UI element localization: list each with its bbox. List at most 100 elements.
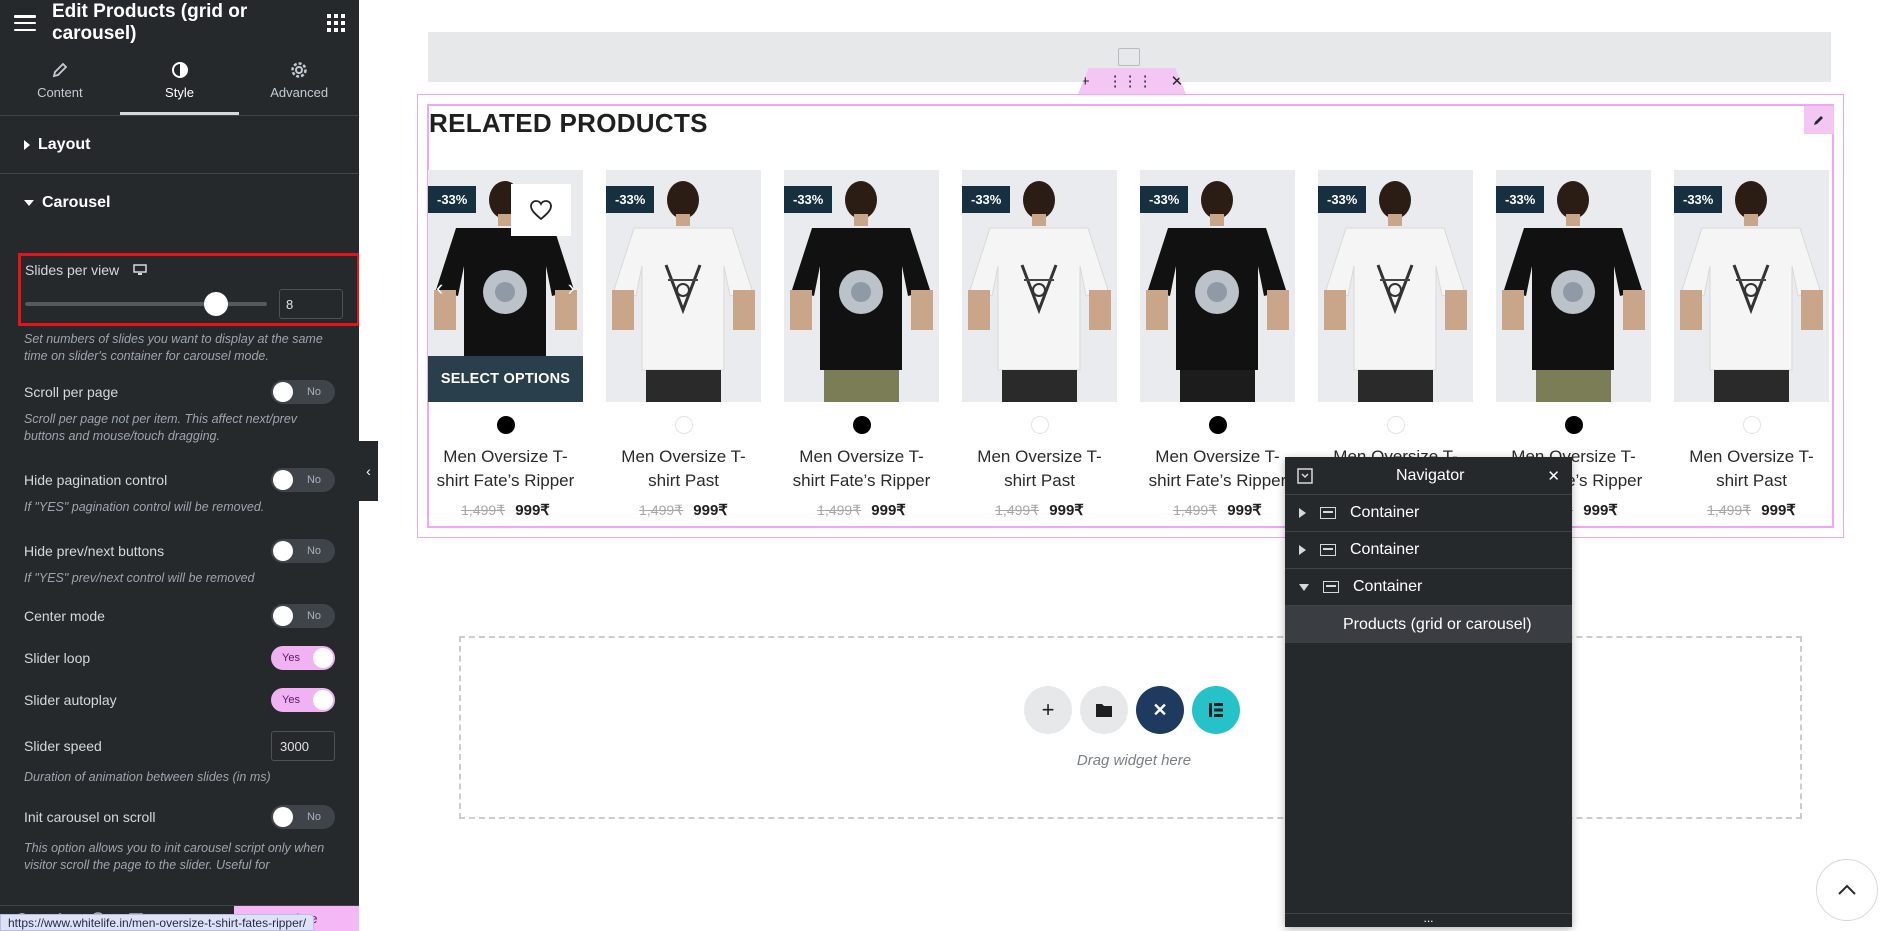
old-price: 1,499₹ — [1173, 502, 1218, 518]
slider-loop-label: Slider loop — [24, 650, 91, 666]
half-circle-icon — [171, 62, 188, 78]
color-swatch[interactable] — [1564, 416, 1583, 434]
color-swatch[interactable] — [852, 416, 871, 434]
color-swatch[interactable] — [1208, 416, 1227, 434]
menu-icon[interactable] — [14, 15, 36, 31]
center-mode-label: Center mode — [24, 608, 105, 624]
color-swatch[interactable] — [496, 416, 515, 434]
product-image[interactable]: -33% ‹ › SELECT OPTIONS — [428, 170, 583, 402]
desktop-icon[interactable] — [133, 264, 147, 276]
carousel-next-arrow[interactable]: › — [568, 275, 575, 301]
slides-per-view-input[interactable] — [279, 289, 343, 319]
product-image[interactable]: -33% — [1140, 170, 1295, 402]
product-image[interactable]: -33% — [1318, 170, 1473, 402]
product-card[interactable]: -33% Men Oversize T-shirt Fate’s Ripper … — [1140, 170, 1295, 519]
product-price: 1,499₹ 999₹ — [962, 501, 1117, 519]
product-image[interactable]: -33% — [1496, 170, 1651, 402]
navigator-item-label: Container — [1350, 541, 1420, 558]
product-card[interactable]: -33% Men Oversize T-shirt Past 1,499₹ 99… — [606, 170, 761, 519]
navigator-tree: Container Container Container — [1285, 495, 1572, 606]
caret-right-icon[interactable] — [1299, 508, 1306, 518]
navigator-item-container[interactable]: Container — [1285, 532, 1572, 569]
navigator-title: Navigator — [1395, 466, 1465, 484]
slider-speed-input[interactable] — [271, 731, 335, 761]
caret-down-icon[interactable] — [1299, 583, 1309, 591]
color-swatch[interactable] — [1386, 416, 1405, 434]
related-products-title: RELATED PRODUCTS — [429, 108, 708, 138]
template-library-button[interactable] — [1080, 686, 1128, 734]
wishlist-button[interactable] — [511, 184, 571, 236]
gear-icon — [291, 62, 307, 78]
tab-style[interactable]: Style — [119, 46, 240, 115]
product-name[interactable]: Men Oversize T-shirt Fate’s Ripper — [428, 445, 583, 493]
container-icon — [1320, 507, 1336, 519]
product-image[interactable]: -33% — [606, 170, 761, 402]
product-card[interactable]: -33% ‹ › SELECT OPTIONS Men Oversize T-s… — [428, 170, 583, 519]
plus-icon: + — [1041, 697, 1055, 722]
addon-button[interactable]: ✕ — [1136, 686, 1184, 734]
sale-price: 999₹ — [1583, 502, 1618, 519]
folder-icon — [1096, 704, 1112, 717]
color-swatch[interactable] — [1742, 416, 1761, 434]
sale-price: 999₹ — [515, 502, 550, 519]
navigator-item-products[interactable]: Products (grid or carousel) — [1285, 606, 1572, 643]
drag-widget-text: Drag widget here — [1076, 752, 1192, 769]
close-icon[interactable]: ✕ — [1547, 467, 1560, 485]
scroll-per-page-toggle[interactable]: No — [271, 380, 335, 404]
edit-widget-button[interactable] — [1804, 106, 1834, 134]
product-image[interactable]: -33% — [1674, 170, 1829, 402]
carousel-prev-arrow[interactable]: ‹ — [436, 275, 443, 301]
slider-handle[interactable] — [204, 292, 229, 316]
product-name[interactable]: Men Oversize T-shirt Past — [606, 445, 761, 493]
hide-prevnext-toggle[interactable]: No — [271, 539, 335, 563]
slider-loop-toggle[interactable]: Yes — [271, 646, 335, 670]
product-name[interactable]: Men Oversize T-shirt Past — [962, 445, 1117, 493]
discount-badge: -33% — [1496, 186, 1545, 213]
product-name[interactable]: Men Oversize T-shirt Fate’s Ripper — [784, 445, 939, 493]
hide-pagination-toggle[interactable]: No — [271, 468, 335, 492]
select-options-button[interactable]: SELECT OPTIONS — [428, 356, 583, 402]
product-image[interactable]: -33% — [962, 170, 1117, 402]
collapse-panel-button[interactable]: ‹ — [359, 441, 378, 501]
apps-grid-icon[interactable] — [327, 14, 345, 32]
heart-icon — [530, 200, 552, 221]
discount-badge: -33% — [428, 186, 477, 213]
add-widget-button[interactable]: + — [1024, 686, 1072, 734]
section-carousel-label: Carousel — [42, 194, 111, 211]
navigator-resize-handle[interactable]: ... — [1285, 912, 1572, 927]
product-card[interactable]: -33% Men Oversize T-shirt Past 1,499₹ 99… — [1674, 170, 1829, 519]
tab-content[interactable]: Content — [0, 46, 120, 115]
caret-right-icon[interactable] — [1299, 545, 1306, 555]
tab-advanced[interactable]: Advanced — [239, 46, 359, 115]
center-mode-toggle[interactable]: No — [271, 604, 335, 628]
slider-autoplay-toggle[interactable]: Yes — [271, 688, 335, 712]
panel-title: Edit Products (grid or carousel) — [52, 1, 248, 44]
container-icon — [1320, 544, 1336, 556]
navigator-item-container[interactable]: Container — [1285, 569, 1572, 606]
center-mode-row: Center mode No — [0, 601, 359, 631]
elementor-kit-button[interactable] — [1192, 686, 1240, 734]
init-on-scroll-toggle[interactable]: No — [271, 805, 335, 829]
product-card[interactable]: -33% Men Oversize T-shirt Past 1,499₹ 99… — [962, 170, 1117, 519]
navigator-item-container[interactable]: Container — [1285, 495, 1572, 532]
collapse-all-icon[interactable] — [1297, 467, 1313, 484]
chevron-left-icon: ‹ — [366, 463, 371, 479]
drag-handle-icon[interactable]: ⋮⋮⋮ — [1108, 72, 1153, 90]
old-price: 1,499₹ — [1707, 502, 1752, 518]
color-swatch[interactable] — [674, 416, 693, 434]
hide-prevnext-description: If "YES" prev/next control will be remov… — [24, 571, 255, 585]
product-name[interactable]: Men Oversize T-shirt Past — [1674, 445, 1829, 493]
product-name[interactable]: Men Oversize T-shirt Fate’s Ripper — [1140, 445, 1295, 493]
section-carousel[interactable]: Carousel — [0, 174, 359, 232]
slides-per-view-label: Slides per view — [25, 262, 120, 278]
scroll-to-top-button[interactable] — [1816, 859, 1878, 921]
discount-badge: -33% — [784, 186, 833, 213]
panel-tabs: Content Style Advanced — [0, 46, 359, 116]
section-layout[interactable]: Layout — [0, 116, 359, 174]
hide-prevnext-row: Hide prev/next buttons No — [0, 536, 359, 566]
color-swatch[interactable] — [1030, 416, 1049, 434]
product-card[interactable]: -33% Men Oversize T-shirt Fate’s Ripper … — [784, 170, 939, 519]
product-image[interactable]: -33% — [784, 170, 939, 402]
slides-slider[interactable] — [25, 292, 267, 316]
image-placeholder-icon — [1118, 48, 1140, 66]
